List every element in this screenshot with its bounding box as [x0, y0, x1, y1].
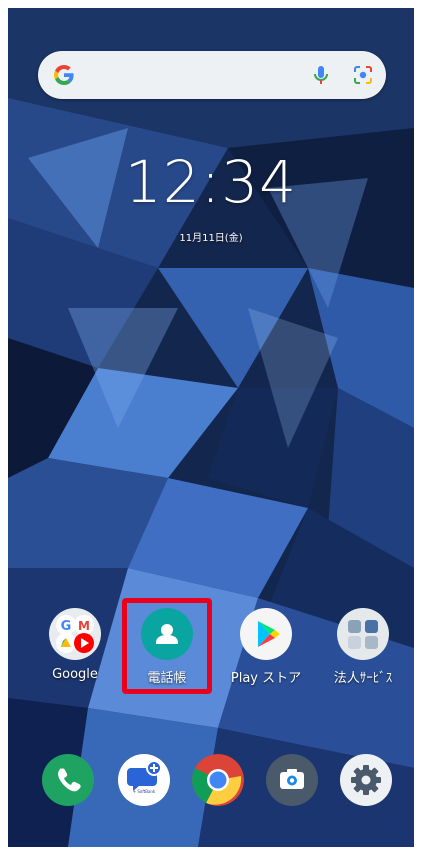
- corporate-folder-icon: [337, 608, 389, 660]
- mic-icon[interactable]: [310, 63, 332, 87]
- wallpaper: [8, 8, 414, 847]
- app-corporate-service-folder[interactable]: 法人ｻｰﾋﾞｽ: [318, 608, 408, 686]
- app-label: 法人ｻｰﾋﾞｽ: [333, 671, 393, 686]
- gear-icon: [351, 765, 381, 795]
- dock-chrome[interactable]: [192, 754, 244, 806]
- app-play-store[interactable]: Play ストア: [221, 608, 311, 686]
- messages-icon: [127, 760, 162, 791]
- phone-icon: [58, 768, 81, 792]
- dock-phone[interactable]: [42, 754, 94, 806]
- google-folder-icon: G M: [49, 608, 101, 660]
- dock-settings[interactable]: [340, 754, 392, 806]
- google-search-bar[interactable]: [38, 51, 386, 99]
- app-label: Google: [52, 667, 98, 682]
- messages-caption: + SoftBank: [132, 789, 156, 794]
- google-g-icon: [54, 65, 74, 85]
- lens-icon[interactable]: [351, 63, 375, 87]
- svg-text:M: M: [78, 619, 90, 633]
- app-label: Play ストア: [230, 671, 302, 686]
- camera-icon: [280, 769, 304, 789]
- dock-messages[interactable]: + SoftBank: [118, 754, 170, 806]
- clock-date: 11月11日(金): [179, 233, 243, 244]
- clock-time[interactable]: 12:34: [8, 148, 414, 216]
- chrome-icon: [192, 754, 244, 806]
- home-screen: 12:34 11月11日(金) G M Google 電話帳 Play ストア …: [8, 8, 414, 847]
- play-store-icon: [240, 608, 292, 660]
- svg-text:G: G: [61, 619, 72, 634]
- app-google-folder[interactable]: G M Google: [30, 608, 120, 682]
- highlight-box: [122, 598, 212, 694]
- dock-camera[interactable]: [266, 754, 318, 806]
